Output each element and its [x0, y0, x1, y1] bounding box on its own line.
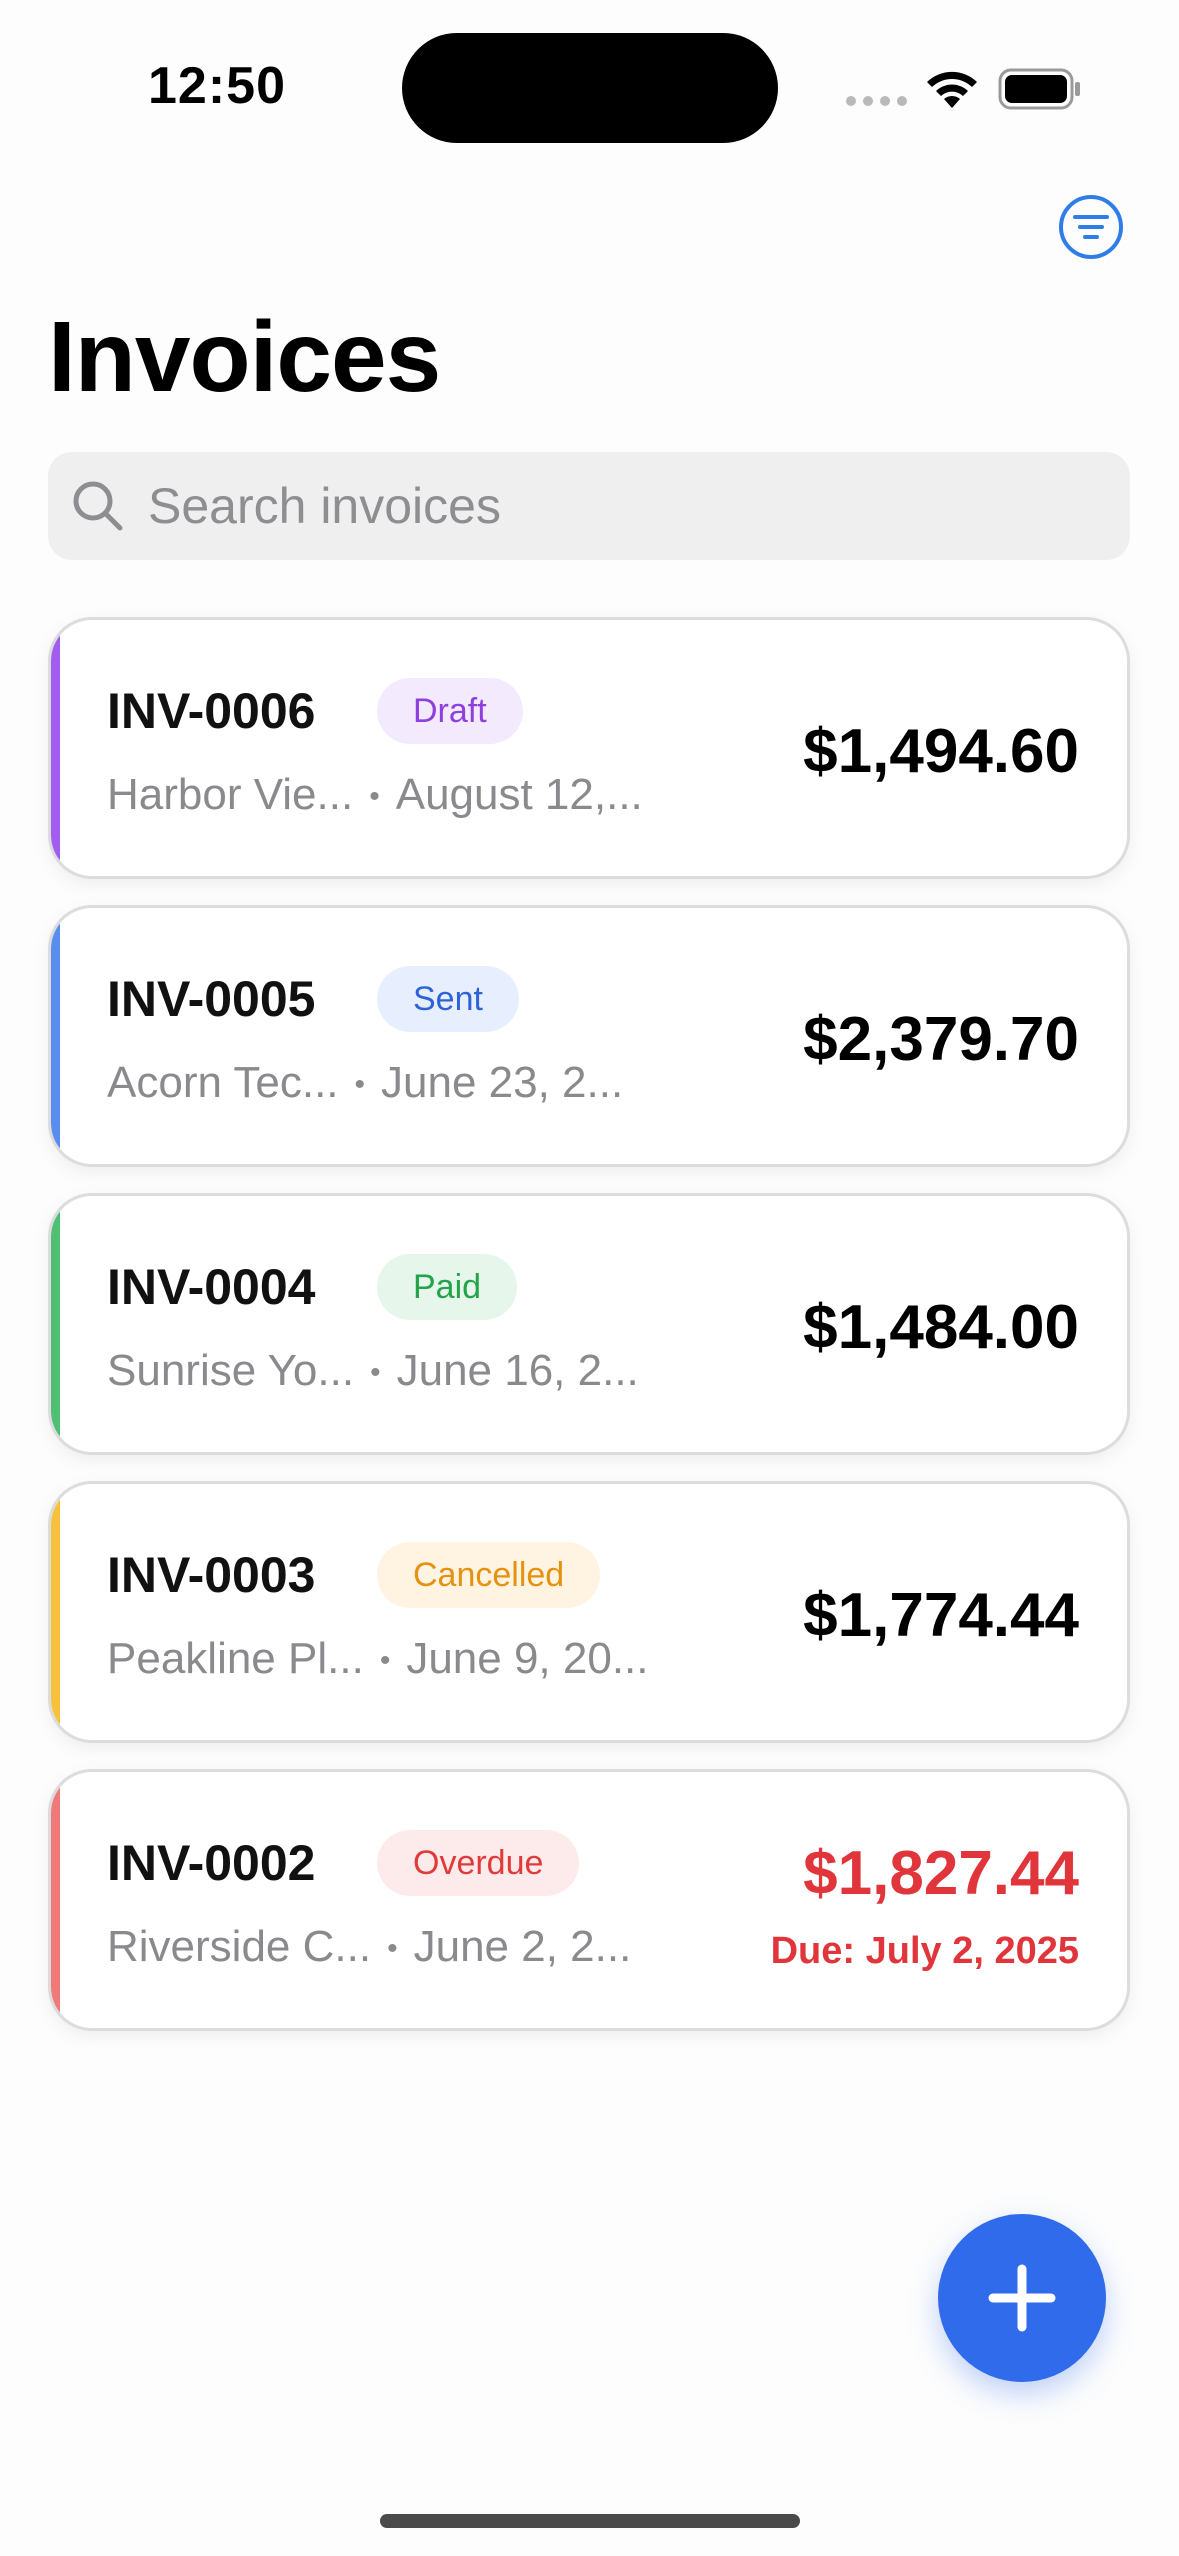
battery-icon: [998, 68, 1080, 110]
search-bar[interactable]: [48, 452, 1130, 560]
invoice-meta: Acorn Tec... • June 23, 2...: [107, 1058, 623, 1108]
invoice-meta: Peakline Pl... • June 9, 20...: [107, 1634, 649, 1684]
status-accent-bar: [51, 1196, 60, 1452]
dynamic-island: [402, 33, 778, 143]
status-badge: Sent: [377, 966, 519, 1032]
screen: 12:50 Invoices INV-0006 Draft Har: [0, 0, 1179, 2556]
status-accent-bar: [51, 908, 60, 1164]
wifi-icon: [927, 71, 977, 108]
client-name: Peakline Pl...: [107, 1634, 364, 1683]
invoice-meta: Harbor Vie... • August 12,...: [107, 770, 643, 820]
meta-separator: •: [370, 1356, 381, 1390]
invoice-number: INV-0005: [107, 971, 316, 1027]
client-name: Sunrise Yo...: [107, 1346, 355, 1395]
status-badge: Overdue: [377, 1830, 580, 1896]
client-name: Acorn Tec...: [107, 1058, 339, 1107]
meta-separator: •: [387, 1932, 398, 1966]
invoice-number: INV-0002: [107, 1835, 316, 1891]
status-accent-bar: [51, 620, 60, 876]
status-badge: Cancelled: [377, 1542, 601, 1608]
invoice-meta: Sunrise Yo... • June 16, 2...: [107, 1346, 639, 1396]
invoice-number: INV-0003: [107, 1547, 316, 1603]
page-title: Invoices: [48, 301, 441, 413]
client-name: Riverside C...: [107, 1922, 372, 1971]
status-badge: Draft: [377, 678, 523, 744]
invoice-card-0004[interactable]: INV-0004 Paid Sunrise Yo... • June 16, 2..…: [48, 1193, 1130, 1455]
home-indicator: [380, 2514, 800, 2528]
invoice-amount: $1,774.44: [803, 1581, 1079, 1650]
due-date: Due: July 2, 2025: [770, 1930, 1079, 1972]
invoice-amount: $2,379.70: [803, 1005, 1079, 1074]
meta-separator: •: [369, 780, 380, 814]
invoice-amount: $1,494.60: [803, 717, 1079, 786]
invoice-card-0006[interactable]: INV-0006 Draft Harbor Vie... • August 12,.…: [48, 617, 1130, 879]
meta-separator: •: [379, 1644, 391, 1678]
cellular-signal-icon: [846, 96, 907, 106]
add-invoice-button[interactable]: [938, 2214, 1106, 2382]
status-time: 12:50: [148, 57, 286, 115]
filter-button[interactable]: [1058, 194, 1124, 260]
search-input[interactable]: [146, 476, 1050, 536]
invoice-date: June 16, 2...: [396, 1346, 639, 1395]
invoice-meta: Riverside C... • June 2, 2...: [107, 1922, 631, 1972]
invoice-date: June 23, 2...: [381, 1058, 624, 1107]
meta-separator: •: [354, 1068, 366, 1102]
invoice-card-0003[interactable]: INV-0003 Cancelled Peakline Pl... • June 9…: [48, 1481, 1130, 1743]
invoice-date: August 12,...: [395, 770, 643, 819]
invoice-amount: $1,484.00: [803, 1293, 1079, 1362]
invoice-amount: $1,827.44: [803, 1839, 1079, 1908]
plus-icon: [988, 2264, 1056, 2332]
status-badge: Paid: [377, 1254, 518, 1320]
search-icon: [73, 481, 123, 531]
status-accent-bar: [51, 1484, 60, 1740]
invoice-number: INV-0006: [107, 683, 316, 739]
invoice-date: June 2, 2...: [413, 1922, 632, 1971]
invoice-card-0005[interactable]: INV-0005 Sent Acorn Tec... • June 23, 2...…: [48, 905, 1130, 1167]
client-name: Harbor Vie...: [107, 770, 354, 819]
status-accent-bar: [51, 1772, 60, 2028]
invoice-card-0002[interactable]: INV-0002 Overdue Riverside C... • June 2, …: [48, 1769, 1130, 2031]
invoice-number: INV-0004: [107, 1259, 316, 1315]
invoice-date: June 9, 20...: [406, 1634, 649, 1683]
